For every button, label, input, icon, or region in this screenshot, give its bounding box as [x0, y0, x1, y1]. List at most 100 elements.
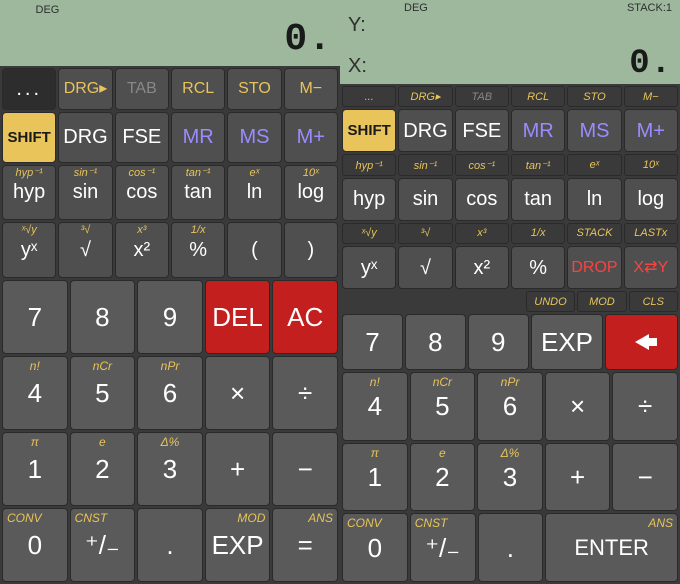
rcl-button[interactable]: RCL [171, 68, 225, 110]
x-squared-button[interactable]: x² [455, 246, 509, 289]
x-squared-button[interactable]: x³x² [115, 222, 169, 278]
fse-button[interactable]: FSE [455, 109, 509, 152]
sin-inv-shift-label: sin⁻¹ [398, 154, 452, 175]
tab-shift-label: TAB [455, 86, 509, 107]
sign-button[interactable]: CNST⁺/₋ [410, 513, 476, 582]
digit-2-button[interactable]: e2 [70, 432, 136, 506]
minus-button[interactable]: − [272, 432, 338, 506]
digit-8-button[interactable]: 8 [70, 280, 136, 354]
cls-shift-label: CLS [629, 291, 678, 312]
digit-7-button[interactable]: 7 [342, 314, 403, 370]
sin-button[interactable]: sin⁻¹sin [58, 165, 112, 221]
display: DEG STACK:1 Y: X: 0. [340, 0, 680, 84]
drg-button[interactable]: DRG [398, 109, 452, 152]
divide-button[interactable]: ÷ [272, 356, 338, 430]
decimal-button[interactable]: . [478, 513, 544, 582]
tan-inv-shift-label: tan⁻¹ [511, 154, 565, 175]
minus-button[interactable]: − [612, 443, 678, 512]
digit-0-button[interactable]: CONV0 [342, 513, 408, 582]
equals-button[interactable]: ANS= [272, 508, 338, 582]
drg-button[interactable]: DRG [58, 112, 112, 163]
mr-button[interactable]: MR [511, 109, 565, 152]
inverse-shift-label: 1/x [511, 223, 565, 244]
mr-button[interactable]: MR [171, 112, 225, 163]
log-button[interactable]: log [624, 178, 678, 221]
tab-button[interactable]: TAB [115, 68, 169, 110]
digit-7-button[interactable]: 7 [2, 280, 68, 354]
plus-button[interactable]: + [545, 443, 611, 512]
tan-button[interactable]: tan [511, 178, 565, 221]
percent-button[interactable]: % [511, 246, 565, 289]
shift-button[interactable]: SHIFT [2, 112, 56, 163]
ex-shift-label: eˣ [567, 154, 621, 175]
ac-button[interactable]: AC [272, 280, 338, 354]
m-minus-shift-label: M− [624, 86, 678, 107]
status-bar: DEG [8, 4, 332, 18]
digit-5-button[interactable]: nCr5 [410, 372, 476, 441]
ms-button[interactable]: MS [567, 109, 621, 152]
stack-x-row: X: 0. [348, 45, 672, 80]
digit-3-button[interactable]: Δ%3 [137, 432, 203, 506]
lastx-shift-label: LASTx [624, 223, 678, 244]
fse-button[interactable]: FSE [115, 112, 169, 163]
ms-button[interactable]: MS [227, 112, 281, 163]
drg-next-button[interactable]: DRG▸ [58, 68, 112, 110]
decimal-button[interactable]: . [137, 508, 203, 582]
digit-1-button[interactable]: π1 [2, 432, 68, 506]
y-pow-x-button[interactable]: yˣ [342, 246, 396, 289]
digit-3-button[interactable]: Δ%3 [477, 443, 543, 512]
cos-button[interactable]: cos [455, 178, 509, 221]
cos-button[interactable]: cos⁻¹cos [115, 165, 169, 221]
calculator-right: DEG STACK:1 Y: X: 0. ... DRG▸ TAB RCL ST… [340, 0, 680, 584]
digit-0-button[interactable]: CONV0 [2, 508, 68, 582]
close-paren-button[interactable]: ) [284, 222, 338, 278]
xrooty-shift-label: ˣ√y [342, 223, 396, 244]
digit-6-button[interactable]: nPr6 [477, 372, 543, 441]
digit-4-button[interactable]: n!4 [342, 372, 408, 441]
percent-button[interactable]: 1/x% [171, 222, 225, 278]
exp-button[interactable]: EXP [531, 314, 604, 370]
tan-button[interactable]: tan⁻¹tan [171, 165, 225, 221]
xcubed-shift-label: x³ [455, 223, 509, 244]
stack-shift-label: STACK [567, 223, 621, 244]
undo-shift-label: UNDO [526, 291, 575, 312]
sign-button[interactable]: CNST⁺/₋ [70, 508, 136, 582]
menu-button[interactable]: ... [2, 68, 56, 110]
digit-5-button[interactable]: nCr5 [70, 356, 136, 430]
multiply-button[interactable]: × [545, 372, 611, 441]
log-button[interactable]: 10ˣlog [284, 165, 338, 221]
digit-9-button[interactable]: 9 [468, 314, 529, 370]
multiply-button[interactable]: × [205, 356, 271, 430]
del-button[interactable]: DEL [205, 280, 271, 354]
m-minus-button[interactable]: M− [284, 68, 338, 110]
ln-button[interactable]: ln [567, 178, 621, 221]
sto-button[interactable]: STO [227, 68, 281, 110]
digit-8-button[interactable]: 8 [405, 314, 466, 370]
backspace-button[interactable] [605, 314, 678, 370]
divide-button[interactable]: ÷ [612, 372, 678, 441]
ln-button[interactable]: eˣln [227, 165, 281, 221]
digit-4-button[interactable]: n!4 [2, 356, 68, 430]
digit-6-button[interactable]: nPr6 [137, 356, 203, 430]
m-plus-button[interactable]: M+ [624, 109, 678, 152]
menu-shift-label: ... [342, 86, 396, 107]
plus-button[interactable]: + [205, 432, 271, 506]
open-paren-button[interactable]: ( [227, 222, 281, 278]
y-pow-x-button[interactable]: ˣ√yyˣ [2, 222, 56, 278]
sqrt-button[interactable]: ³√√ [58, 222, 112, 278]
enter-button[interactable]: ANSENTER [545, 513, 678, 582]
hyp-button[interactable]: hyp [342, 178, 396, 221]
digit-9-button[interactable]: 9 [137, 280, 203, 354]
exp-button[interactable]: MODEXP [205, 508, 271, 582]
sin-button[interactable]: sin [398, 178, 452, 221]
drop-button[interactable]: DROP [567, 246, 621, 289]
digit-1-button[interactable]: π1 [342, 443, 408, 512]
hyp-button[interactable]: hyp⁻¹hyp [2, 165, 56, 221]
stack-y-row: Y: [348, 14, 672, 45]
sqrt-button[interactable]: √ [398, 246, 452, 289]
swap-xy-button[interactable]: X⇄Y [624, 246, 678, 289]
digit-2-button[interactable]: e2 [410, 443, 476, 512]
m-plus-button[interactable]: M+ [284, 112, 338, 163]
shift-button[interactable]: SHIFT [342, 109, 396, 152]
tenx-shift-label: 10ˣ [624, 154, 678, 175]
